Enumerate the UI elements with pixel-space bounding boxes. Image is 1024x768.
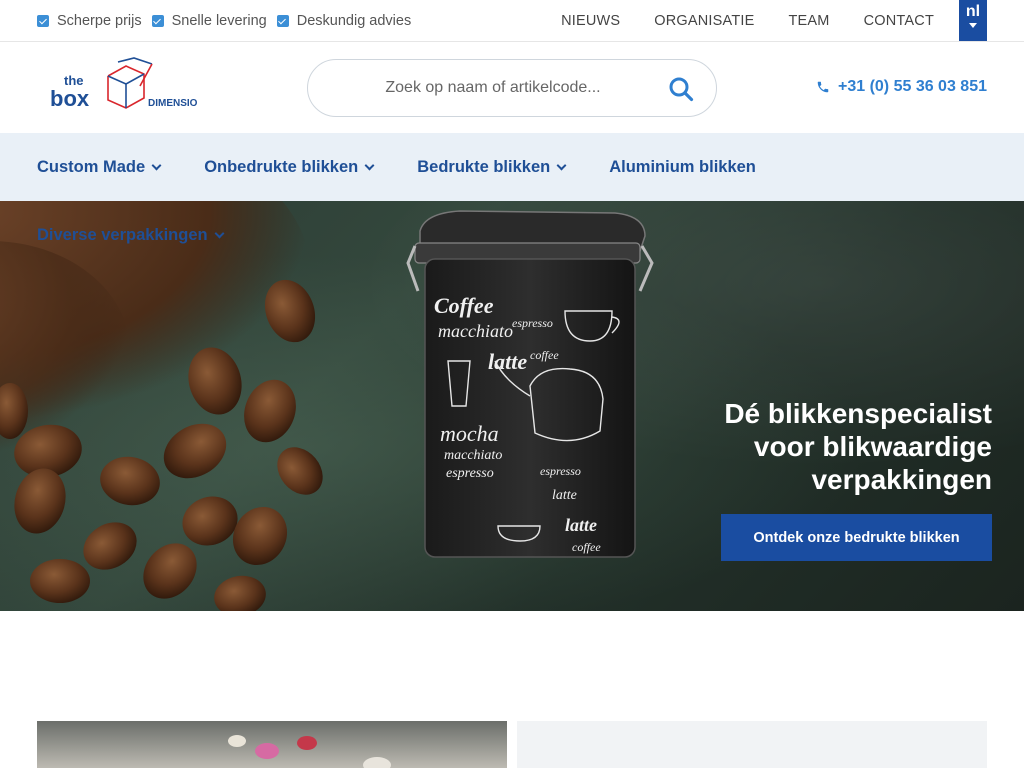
- search-bar: [307, 59, 717, 117]
- coffee-tin: Coffee macchiato espresso coffee latte m…: [406, 210, 654, 558]
- hero-title-line: Dé blikkenspecialist: [724, 398, 992, 429]
- usp-list: Scherpe prijs Snelle levering Deskundig …: [37, 0, 411, 42]
- promo-image: [37, 721, 507, 768]
- top-nav: NIEUWS ORGANISATIE TEAM CONTACT: [561, 0, 934, 42]
- top-bar: Scherpe prijs Snelle levering Deskundig …: [0, 0, 1024, 42]
- top-nav-organisation-link[interactable]: ORGANISATIE: [654, 13, 754, 29]
- usp-label: Deskundig advies: [296, 13, 412, 29]
- phone-link[interactable]: +31 (0) 55 36 03 851: [816, 78, 987, 96]
- hero-title-line: verpakkingen: [811, 464, 992, 495]
- tin-word: latte: [565, 515, 597, 535]
- logo[interactable]: the box DIMENSIO: [48, 56, 198, 116]
- tin-word: latte: [488, 349, 527, 374]
- tin-word: coffee: [530, 348, 559, 362]
- site-header: the box DIMENSIO +31 (0) 55 36 03 851: [0, 42, 1024, 133]
- tin-word: mocha: [440, 421, 499, 446]
- nav-item-onbedrukte-blikken[interactable]: Onbedrukte blikken: [204, 157, 375, 177]
- tin-word: espresso: [540, 464, 581, 478]
- usp-item: Snelle levering: [151, 13, 267, 29]
- nav-item-bedrukte-blikken[interactable]: Bedrukte blikken: [417, 157, 567, 177]
- tin-word: latte: [552, 488, 577, 503]
- checkbox-checked-icon: [151, 15, 164, 27]
- promo-photo: [228, 735, 391, 768]
- nav-item-label: Diverse verpakkingen: [37, 226, 208, 244]
- usp-label: Scherpe prijs: [57, 13, 142, 29]
- tin-word: coffee: [572, 540, 601, 554]
- nav-item-aluminium-blikken[interactable]: Aluminium blikken: [609, 158, 756, 177]
- phone-icon: [817, 81, 829, 93]
- main-nav: Custom Made Onbedrukte blikken Bedrukte …: [0, 133, 1024, 201]
- hero-title-line: voor blikwaardige: [753, 431, 992, 462]
- cta-button[interactable]: Ontdek onze bedrukte blikken: [721, 514, 992, 561]
- language-code: nl: [965, 3, 981, 20]
- tin-word: macchiato: [444, 448, 502, 463]
- top-nav-contact-link[interactable]: CONTACT: [864, 13, 934, 29]
- chevron-down-icon: [214, 228, 225, 239]
- search-icon[interactable]: [668, 76, 694, 102]
- logo-box: box: [50, 86, 90, 111]
- main-nav-items: Custom Made Onbedrukte blikken Bedrukte …: [37, 133, 756, 201]
- top-nav-team-link[interactable]: TEAM: [789, 13, 830, 29]
- top-nav-news-link[interactable]: NIEUWS: [561, 13, 620, 29]
- promo-text-panel: [517, 721, 987, 768]
- nav-item-label: Onbedrukte blikken: [204, 157, 359, 176]
- checkbox-checked-icon: [276, 15, 289, 27]
- tin-word: espresso: [446, 466, 494, 481]
- tin-word: macchiato: [438, 321, 513, 341]
- tin-word: Coffee: [434, 293, 494, 318]
- hero-banner: Coffee macchiato espresso coffee latte m…: [0, 201, 1024, 611]
- logo-graphic: the box DIMENSIO: [50, 57, 198, 111]
- language-switcher[interactable]: nl: [959, 0, 987, 41]
- phone-number: +31 (0) 55 36 03 851: [837, 78, 987, 95]
- checkbox-checked-icon: [37, 15, 49, 27]
- chevron-down-icon: [364, 160, 375, 170]
- search-input[interactable]: [328, 72, 658, 104]
- chevron-down-icon: [151, 160, 162, 170]
- usp-item: Deskundig advies: [276, 13, 412, 29]
- hero-title: Dé blikkenspecialist voor blikwaardige v…: [672, 397, 992, 496]
- nav-item-label: Aluminium blikken: [609, 157, 756, 176]
- chevron-down-icon: [556, 160, 567, 170]
- nav-item-custom-made[interactable]: Custom Made: [37, 157, 162, 177]
- nav-item-diverse-verpakkingen[interactable]: Diverse verpakkingen: [37, 226, 225, 245]
- tin-word: espresso: [512, 316, 553, 330]
- nav-item-label: Custom Made: [37, 157, 146, 176]
- nav-item-label: Bedrukte blikken: [417, 157, 551, 176]
- usp-label: Snelle levering: [171, 13, 267, 29]
- caret-down-icon: [969, 23, 977, 28]
- logo-brand: DIMENSIO: [148, 98, 198, 109]
- usp-item: Scherpe prijs: [37, 13, 142, 29]
